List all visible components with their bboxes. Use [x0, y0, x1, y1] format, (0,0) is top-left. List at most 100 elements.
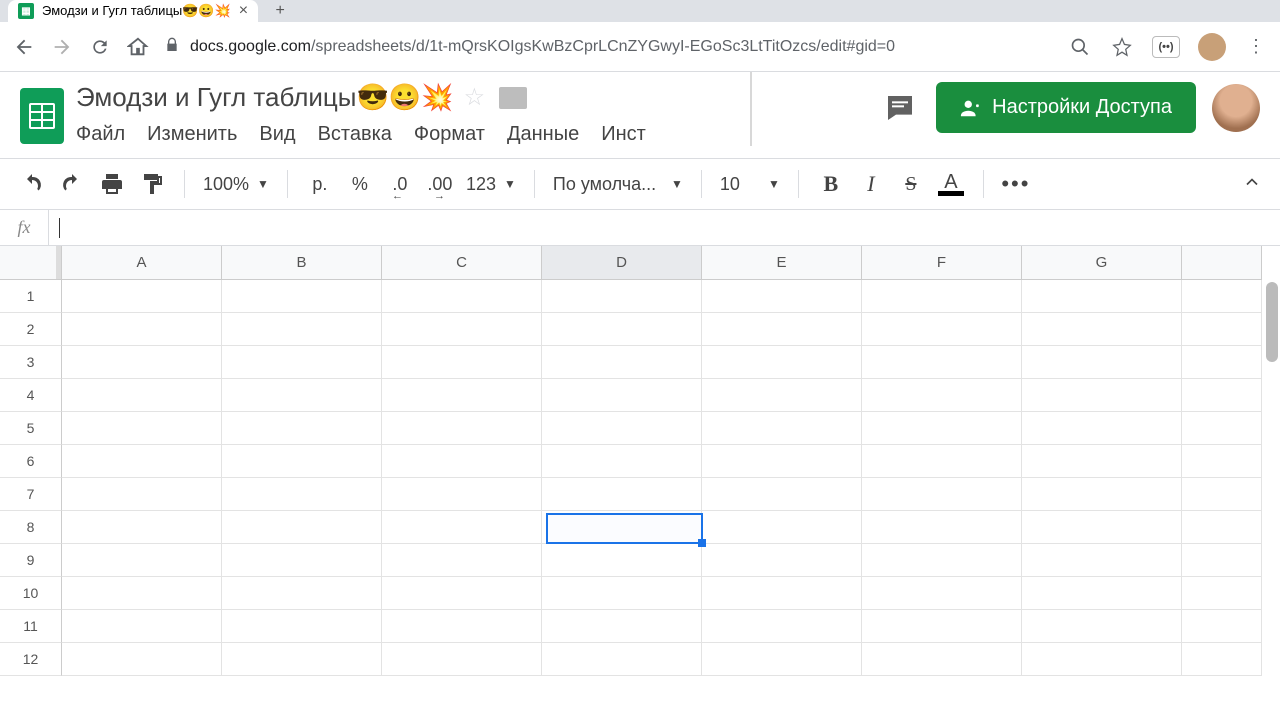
menu-insert[interactable]: Вставка	[318, 123, 392, 146]
cell[interactable]	[382, 610, 542, 643]
cell[interactable]	[62, 643, 222, 676]
cell[interactable]	[1182, 313, 1262, 346]
row-header[interactable]: 12	[0, 643, 62, 676]
cell[interactable]	[222, 280, 382, 313]
share-button[interactable]: Настройки Доступа	[936, 82, 1196, 133]
cell[interactable]	[1182, 610, 1262, 643]
cell[interactable]	[382, 511, 542, 544]
row-header[interactable]: 1	[0, 280, 62, 313]
document-title[interactable]: Эмодзи и Гугл таблицы😎😀💥	[76, 82, 454, 113]
cell[interactable]	[62, 313, 222, 346]
cell[interactable]	[1182, 511, 1262, 544]
cell[interactable]	[862, 346, 1022, 379]
cell[interactable]	[382, 445, 542, 478]
cell[interactable]	[542, 412, 702, 445]
reload-button[interactable]	[88, 35, 112, 59]
cell[interactable]	[702, 544, 862, 577]
text-color-button[interactable]: A	[937, 170, 965, 198]
currency-button[interactable]: р.	[306, 170, 334, 198]
column-header[interactable]: C	[382, 246, 542, 280]
row-header[interactable]: 11	[0, 610, 62, 643]
cell[interactable]	[62, 610, 222, 643]
cell[interactable]	[862, 577, 1022, 610]
cell[interactable]	[222, 610, 382, 643]
cell[interactable]	[382, 280, 542, 313]
cell[interactable]	[62, 511, 222, 544]
cell[interactable]	[542, 544, 702, 577]
cell[interactable]	[222, 643, 382, 676]
cell[interactable]	[222, 478, 382, 511]
cell[interactable]	[62, 379, 222, 412]
cell[interactable]	[382, 379, 542, 412]
formula-input[interactable]	[48, 210, 1280, 245]
cell[interactable]	[1022, 346, 1182, 379]
more-tools-button[interactable]: •••	[1002, 170, 1030, 198]
cell[interactable]	[222, 412, 382, 445]
strikethrough-button[interactable]: S	[897, 170, 925, 198]
menu-edit[interactable]: Изменить	[147, 123, 237, 146]
cell[interactable]	[222, 346, 382, 379]
menu-view[interactable]: Вид	[259, 123, 295, 146]
cell[interactable]	[542, 511, 702, 544]
column-header[interactable]	[1182, 246, 1262, 280]
cell[interactable]	[1022, 577, 1182, 610]
row-header[interactable]: 7	[0, 478, 62, 511]
cell[interactable]	[702, 445, 862, 478]
cell[interactable]	[862, 511, 1022, 544]
cell[interactable]	[382, 346, 542, 379]
select-all-corner[interactable]	[0, 246, 62, 280]
cell[interactable]	[62, 478, 222, 511]
row-header[interactable]: 6	[0, 445, 62, 478]
decrease-decimal-button[interactable]: .0←	[386, 170, 414, 198]
cell[interactable]	[222, 577, 382, 610]
menu-format[interactable]: Формат	[414, 123, 485, 146]
cell[interactable]	[62, 577, 222, 610]
column-header[interactable]: E	[702, 246, 862, 280]
row-header[interactable]: 10	[0, 577, 62, 610]
cell[interactable]	[382, 412, 542, 445]
cell[interactable]	[542, 346, 702, 379]
cell[interactable]	[702, 511, 862, 544]
column-header[interactable]: D	[542, 246, 702, 280]
cell[interactable]	[382, 313, 542, 346]
cell[interactable]	[1022, 478, 1182, 511]
cell[interactable]	[862, 445, 1022, 478]
cell[interactable]	[862, 412, 1022, 445]
cell[interactable]	[702, 412, 862, 445]
increase-decimal-button[interactable]: .00→	[426, 170, 454, 198]
bold-button[interactable]: B	[817, 170, 845, 198]
redo-button[interactable]	[58, 170, 86, 198]
cell[interactable]	[1022, 544, 1182, 577]
cell[interactable]	[702, 313, 862, 346]
browser-profile-avatar[interactable]	[1198, 33, 1226, 61]
cell[interactable]	[1182, 478, 1262, 511]
cell[interactable]	[222, 445, 382, 478]
cell[interactable]	[862, 379, 1022, 412]
cell[interactable]	[62, 445, 222, 478]
cell[interactable]	[222, 544, 382, 577]
cell[interactable]	[702, 379, 862, 412]
row-header[interactable]: 5	[0, 412, 62, 445]
cell[interactable]	[1022, 511, 1182, 544]
row-header[interactable]: 3	[0, 346, 62, 379]
cell[interactable]	[1182, 544, 1262, 577]
cell[interactable]	[1182, 577, 1262, 610]
menu-data[interactable]: Данные	[507, 123, 579, 146]
cell[interactable]	[702, 643, 862, 676]
cell[interactable]	[542, 445, 702, 478]
cell[interactable]	[62, 544, 222, 577]
sheets-logo[interactable]	[20, 88, 64, 144]
cell[interactable]	[702, 280, 862, 313]
column-header[interactable]: G	[1022, 246, 1182, 280]
home-button[interactable]	[126, 35, 150, 59]
account-avatar[interactable]	[1212, 84, 1260, 132]
cell[interactable]	[1182, 379, 1262, 412]
cell[interactable]	[1022, 643, 1182, 676]
cell[interactable]	[702, 478, 862, 511]
cell[interactable]	[542, 643, 702, 676]
cell[interactable]	[1182, 412, 1262, 445]
cell[interactable]	[382, 577, 542, 610]
zoom-combo[interactable]: 100% ▼	[203, 174, 269, 195]
star-document-icon[interactable]: ☆	[464, 83, 486, 112]
scrollbar-vertical[interactable]	[1266, 282, 1278, 362]
